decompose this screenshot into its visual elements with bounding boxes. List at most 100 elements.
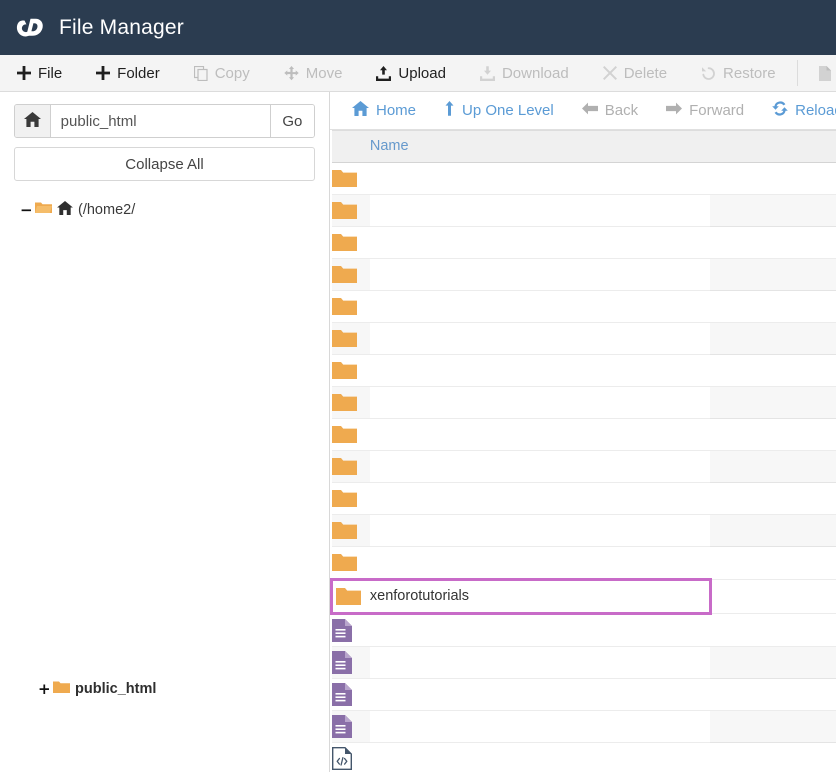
- file-text-icon: [331, 682, 370, 706]
- folder-icon: [331, 232, 370, 252]
- upload-label: Upload: [398, 64, 446, 82]
- row-name-cell[interactable]: [369, 386, 711, 419]
- row-icon-cell: [331, 678, 370, 711]
- row-icon-cell: [331, 354, 370, 387]
- reload-icon: [772, 101, 788, 120]
- upload-button[interactable]: Upload: [359, 55, 463, 91]
- row-size-cell: [710, 385, 836, 419]
- table-row[interactable]: xenforotutorials: [330, 577, 836, 615]
- page-title: File Manager: [59, 15, 184, 39]
- row-name-cell[interactable]: [369, 322, 711, 355]
- app-header: File Manager: [0, 0, 836, 55]
- folder-icon: [331, 488, 370, 508]
- file-code-icon: [331, 746, 370, 770]
- folder-icon: [331, 296, 370, 316]
- nav-reload-button[interactable]: Reload: [758, 92, 836, 129]
- new-file-label: File: [38, 64, 63, 82]
- row-name-cell[interactable]: [369, 290, 711, 323]
- copy-button: Copy: [177, 55, 267, 91]
- collapse-all-button[interactable]: Collapse All: [14, 147, 315, 181]
- table-row[interactable]: [331, 482, 836, 515]
- row-icon-cell: [331, 514, 370, 547]
- row-name-cell[interactable]: [369, 613, 711, 647]
- tree-node-public-html[interactable]: + public_html: [14, 678, 156, 700]
- row-name-cell[interactable]: [369, 194, 711, 227]
- table-row[interactable]: [331, 162, 836, 195]
- row-size-cell: [710, 613, 836, 647]
- table-row[interactable]: [331, 290, 836, 323]
- expand-expander-icon[interactable]: +: [38, 681, 51, 697]
- row-name-cell[interactable]: [369, 482, 711, 515]
- table-row[interactable]: [331, 546, 836, 580]
- row-name-cell[interactable]: [369, 258, 711, 291]
- body-split: Go Collapse All − (/home2/ + public_html: [0, 92, 836, 772]
- collapse-expander-icon[interactable]: −: [20, 202, 33, 218]
- folder-icon: [331, 168, 370, 188]
- table-row[interactable]: [331, 418, 836, 451]
- row-name-cell[interactable]: [369, 354, 711, 387]
- path-home-button[interactable]: [15, 105, 51, 137]
- row-icon-cell: [331, 742, 370, 772]
- path-input[interactable]: [50, 105, 270, 137]
- rename-icon: [818, 65, 831, 81]
- column-header-icon: [331, 129, 370, 163]
- row-size-cell: [710, 354, 836, 387]
- row-name-cell[interactable]: [369, 226, 711, 259]
- row-size-cell: [710, 257, 836, 291]
- table-row[interactable]: [331, 321, 836, 355]
- nav-home-button[interactable]: Home: [338, 92, 430, 129]
- table-row[interactable]: [331, 645, 836, 679]
- table-row[interactable]: [331, 226, 836, 259]
- row-icon-cell: [331, 194, 370, 227]
- folder-icon: [331, 264, 370, 284]
- table-row[interactable]: [331, 709, 836, 743]
- table-row[interactable]: [331, 257, 836, 291]
- go-button[interactable]: Go: [269, 105, 314, 137]
- table-row[interactable]: [331, 385, 836, 419]
- file-table: Name xenforotutorials: [330, 129, 836, 772]
- table-row[interactable]: [331, 449, 836, 483]
- table-row[interactable]: [331, 742, 836, 772]
- row-name-cell[interactable]: [369, 646, 711, 679]
- row-name-cell[interactable]: [369, 162, 711, 195]
- row-name-cell[interactable]: [369, 742, 711, 772]
- row-name-cell[interactable]: [369, 514, 711, 547]
- upload-icon: [376, 65, 392, 81]
- nav-up-one-level-button[interactable]: Up One Level: [430, 92, 568, 129]
- file-table-wrapper[interactable]: Name xenforotutorials: [330, 129, 836, 772]
- row-name-cell[interactable]: [369, 450, 711, 483]
- table-row[interactable]: [331, 513, 836, 547]
- new-folder-button[interactable]: Folder: [79, 55, 177, 91]
- new-file-button[interactable]: File: [0, 55, 79, 91]
- folder-icon: [331, 360, 370, 380]
- nav-forward-button: Forward: [652, 92, 758, 129]
- row-name-cell[interactable]: xenforotutorials: [369, 577, 712, 615]
- file-text-icon: [331, 650, 370, 674]
- delete-label: Delete: [623, 64, 668, 82]
- arrow-right-icon: [666, 102, 683, 119]
- row-name-cell[interactable]: [369, 678, 711, 711]
- row-icon-cell: [331, 613, 370, 647]
- delete-button: Delete: [586, 55, 684, 91]
- row-icon-cell: [331, 322, 370, 355]
- row-size-cell: [710, 742, 836, 772]
- folder-icon: [331, 200, 370, 220]
- column-header-name[interactable]: Name: [369, 129, 711, 163]
- row-icon-cell: [330, 577, 370, 615]
- file-text-icon: [331, 714, 370, 738]
- tree-node-label: (/home2/: [78, 202, 136, 218]
- table-row[interactable]: [331, 678, 836, 711]
- tree-node-home2[interactable]: − (/home2/: [14, 199, 315, 221]
- row-name-cell[interactable]: [369, 418, 711, 451]
- table-row[interactable]: [331, 354, 836, 387]
- nav-home-label: Home: [376, 101, 417, 119]
- row-name-cell[interactable]: [369, 710, 711, 743]
- table-row[interactable]: [331, 193, 836, 227]
- row-size-cell: [710, 645, 836, 679]
- row-icon-cell: [331, 162, 370, 195]
- folder-open-icon: [35, 201, 52, 219]
- table-row[interactable]: [331, 613, 836, 647]
- column-header-size[interactable]: [710, 129, 836, 163]
- row-name-cell[interactable]: [369, 546, 711, 580]
- restore-button: Restore: [684, 55, 793, 91]
